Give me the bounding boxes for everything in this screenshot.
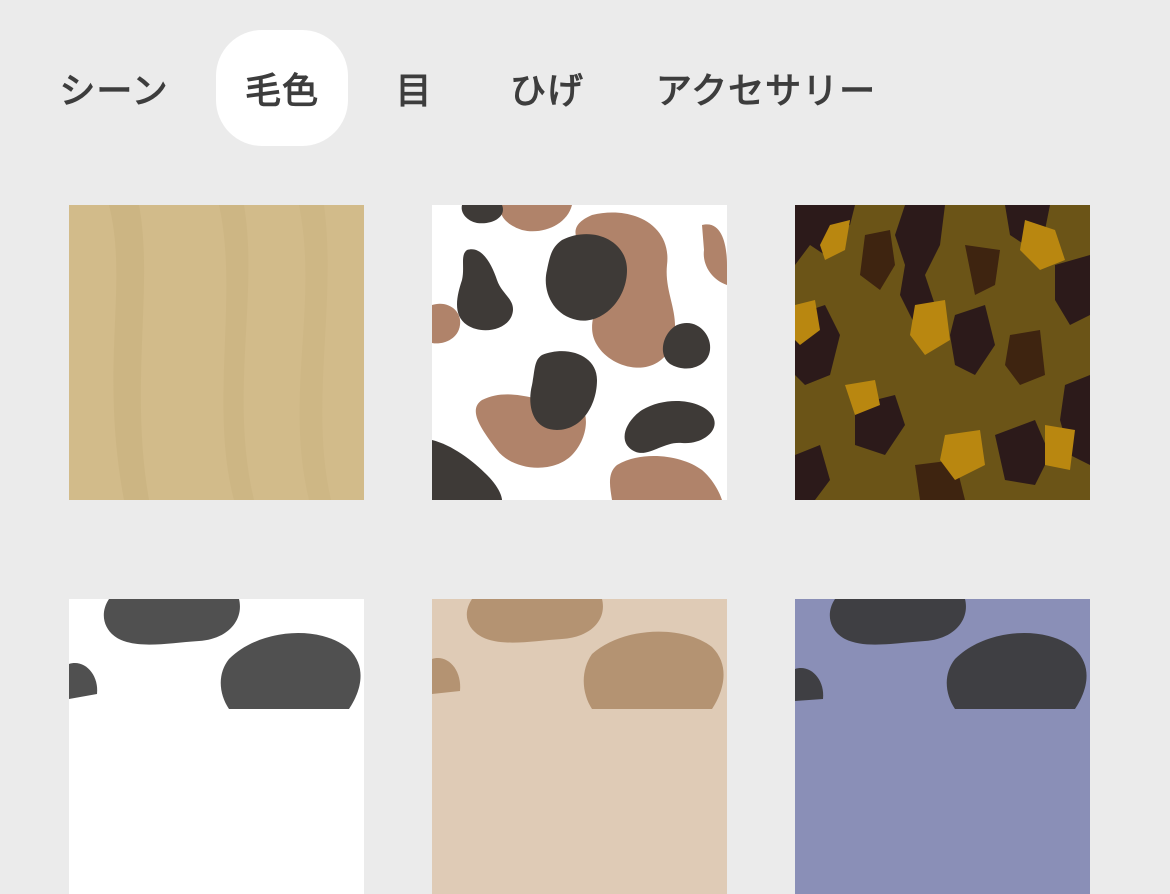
cow-lavender-swatch [795, 599, 1090, 894]
camo-swatch [795, 205, 1090, 500]
cow-brown-swatch [432, 205, 727, 500]
fur-pattern-cow-gray[interactable] [69, 599, 364, 894]
fur-pattern-cow-lavender[interactable] [795, 599, 1090, 894]
fur-pattern-beige[interactable] [69, 205, 364, 500]
beige-texture-swatch [69, 205, 364, 500]
fur-pattern-camo[interactable] [795, 205, 1090, 500]
fur-pattern-cow-brown[interactable] [432, 205, 727, 500]
fur-pattern-cow-beige[interactable] [432, 599, 727, 894]
cow-beige-swatch [432, 599, 727, 894]
fur-pattern-grid [0, 0, 1170, 894]
cow-gray-swatch [69, 599, 364, 894]
